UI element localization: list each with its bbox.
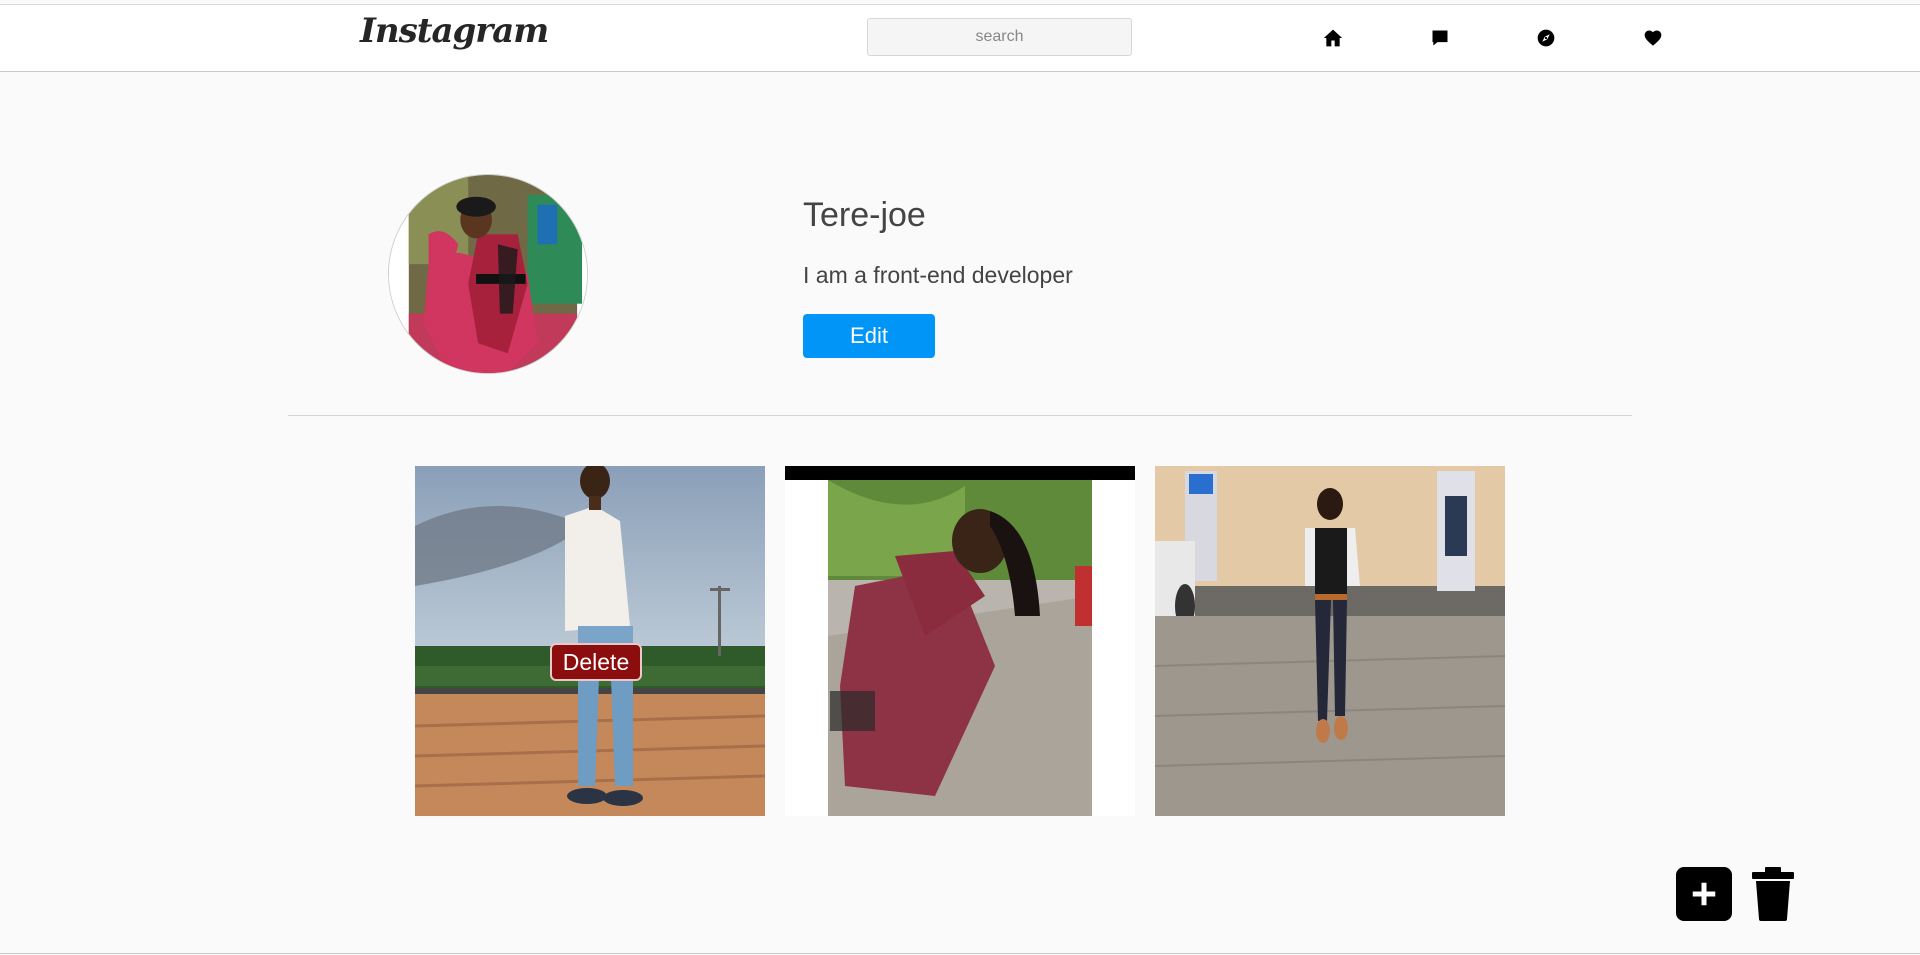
section-divider	[288, 415, 1632, 416]
navbar: Instagram	[0, 5, 1920, 72]
bottom-border	[0, 953, 1920, 954]
post-2[interactable]	[785, 466, 1135, 816]
delete-post-button[interactable]: Delete	[550, 643, 642, 681]
heart-icon[interactable]	[1642, 27, 1664, 49]
compass-icon[interactable]	[1535, 27, 1557, 49]
edit-profile-button[interactable]: Edit	[803, 314, 935, 358]
home-icon[interactable]	[1322, 27, 1344, 49]
trash-icon[interactable]	[1750, 867, 1796, 921]
post-3[interactable]	[1155, 466, 1505, 816]
search-input[interactable]	[867, 18, 1132, 56]
plus-square-icon[interactable]	[1676, 867, 1732, 921]
instagram-logo[interactable]: Instagram	[360, 11, 549, 51]
chat-icon[interactable]	[1429, 27, 1451, 49]
profile-username: Tere-joe	[803, 196, 926, 234]
profile-bio: I am a front-end developer	[803, 262, 1073, 288]
post-1[interactable]: Delete	[415, 466, 765, 816]
profile-avatar[interactable]	[388, 174, 588, 374]
